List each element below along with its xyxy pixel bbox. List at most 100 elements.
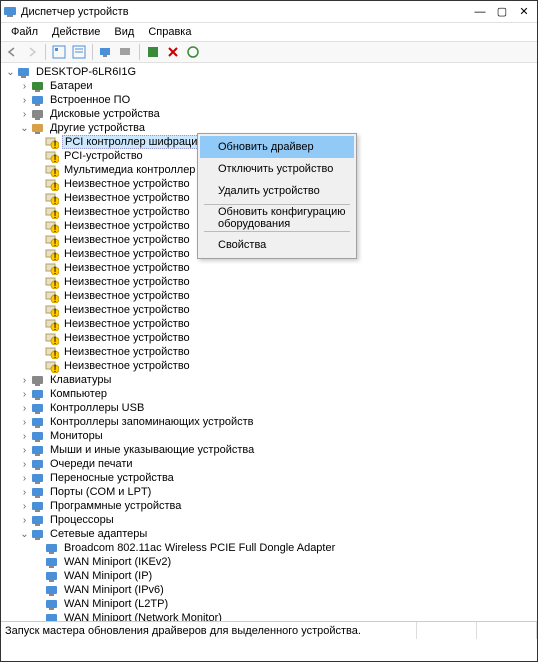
category-node[interactable]: › Дисковые устройства bbox=[1, 107, 537, 121]
expander-icon[interactable]: › bbox=[19, 389, 30, 400]
device-node[interactable]: !Неизвестное устройство bbox=[1, 303, 537, 317]
device-node[interactable]: !Неизвестное устройство bbox=[1, 275, 537, 289]
category-node[interactable]: ›Батареи bbox=[1, 79, 537, 93]
titlebar: Диспетчер устройств — ▢ ✕ bbox=[1, 1, 537, 23]
category-node[interactable]: ›Очереди печати bbox=[1, 457, 537, 471]
window-title: Диспетчер устройств bbox=[21, 6, 469, 18]
device-node[interactable]: !Неизвестное устройство bbox=[1, 317, 537, 331]
category-node[interactable]: ›Клавиатуры bbox=[1, 373, 537, 387]
update-button[interactable] bbox=[144, 43, 162, 61]
expander-icon[interactable]: › bbox=[19, 109, 30, 120]
expander-icon[interactable]: ⌄ bbox=[5, 67, 16, 78]
category-label: Контроллеры запоминающих устройств bbox=[48, 416, 255, 428]
category-label: Контроллеры USB bbox=[48, 402, 146, 414]
svg-text:!: ! bbox=[53, 251, 56, 261]
expander-icon[interactable]: › bbox=[19, 515, 30, 526]
device-label: Неизвестное устройство bbox=[62, 192, 192, 204]
maximize-button[interactable]: ▢ bbox=[491, 2, 513, 22]
expander-icon[interactable]: › bbox=[19, 445, 30, 456]
device-label: Неизвестное устройство bbox=[62, 206, 192, 218]
device-label: Неизвестное устройство bbox=[62, 276, 192, 288]
menu-action[interactable]: Действие bbox=[46, 25, 106, 39]
device-icon: ! bbox=[45, 177, 59, 191]
expander-icon[interactable]: › bbox=[19, 81, 30, 92]
back-button[interactable] bbox=[3, 43, 21, 61]
device-node[interactable]: !Неизвестное устройство bbox=[1, 289, 537, 303]
device-label: Неизвестное устройство bbox=[62, 332, 192, 344]
device-node[interactable]: Broadcom 802.11ac Wireless PCIE Full Don… bbox=[1, 541, 537, 555]
device-label: Мультимедиа контроллер bbox=[62, 164, 197, 176]
category-node[interactable]: ›Порты (COM и LPT) bbox=[1, 485, 537, 499]
device-icon bbox=[45, 541, 59, 555]
device-icon: ! bbox=[45, 205, 59, 219]
forward-button[interactable] bbox=[23, 43, 41, 61]
device-icon: ! bbox=[45, 289, 59, 303]
monitor-icon bbox=[31, 429, 45, 443]
minimize-button[interactable]: — bbox=[469, 2, 491, 22]
enable-button[interactable] bbox=[184, 43, 202, 61]
device-icon: ! bbox=[45, 303, 59, 317]
expander-icon[interactable]: › bbox=[19, 403, 30, 414]
context-menu-item[interactable]: Обновить конфигурацию оборудования bbox=[200, 207, 354, 229]
device-node[interactable]: !Неизвестное устройство bbox=[1, 345, 537, 359]
category-node[interactable]: ›Встроенное ПО bbox=[1, 93, 537, 107]
uninstall-button[interactable] bbox=[117, 43, 135, 61]
category-node[interactable]: ›Мониторы bbox=[1, 429, 537, 443]
device-node[interactable]: !Неизвестное устройство bbox=[1, 359, 537, 373]
tree-root[interactable]: ⌄ DESKTOP-6LR6I1G bbox=[1, 65, 537, 79]
close-button[interactable]: ✕ bbox=[513, 2, 535, 22]
category-node[interactable]: › Компьютер bbox=[1, 387, 537, 401]
menu-file[interactable]: Файл bbox=[5, 25, 44, 39]
device-node[interactable]: WAN Miniport (Network Monitor) bbox=[1, 611, 537, 621]
category-node[interactable]: ⌄ Сетевые адаптеры bbox=[1, 527, 537, 541]
svg-text:!: ! bbox=[53, 181, 56, 191]
category-label: Другие устройства bbox=[48, 122, 147, 134]
expander-icon[interactable]: › bbox=[19, 431, 30, 442]
device-node[interactable]: WAN Miniport (IPv6) bbox=[1, 583, 537, 597]
expander-icon[interactable]: › bbox=[19, 375, 30, 386]
category-node[interactable]: ›Процессоры bbox=[1, 513, 537, 527]
category-label: Компьютер bbox=[48, 388, 109, 400]
category-node[interactable]: ›Мыши и иные указывающие устройства bbox=[1, 443, 537, 457]
device-node[interactable]: WAN Miniport (IP) bbox=[1, 569, 537, 583]
expander-icon[interactable]: ⌄ bbox=[19, 123, 30, 134]
category-label: Сетевые адаптеры bbox=[48, 528, 149, 540]
device-node[interactable]: !Неизвестное устройство bbox=[1, 261, 537, 275]
category-node[interactable]: › Контроллеры запоминающих устройств bbox=[1, 415, 537, 429]
category-label: Дисковые устройства bbox=[48, 108, 162, 120]
separator bbox=[45, 44, 46, 60]
device-icon bbox=[45, 597, 59, 611]
root-label: DESKTOP-6LR6I1G bbox=[34, 66, 138, 78]
device-label: WAN Miniport (IP) bbox=[62, 570, 154, 582]
device-node[interactable]: WAN Miniport (L2TP) bbox=[1, 597, 537, 611]
expander-icon[interactable]: › bbox=[19, 501, 30, 512]
show-hidden-button[interactable] bbox=[50, 43, 68, 61]
device-label: Неизвестное устройство bbox=[62, 290, 192, 302]
category-node[interactable]: ›Программные устройства bbox=[1, 499, 537, 513]
category-node[interactable]: › Контроллеры USB bbox=[1, 401, 537, 415]
device-node[interactable]: !Неизвестное устройство bbox=[1, 331, 537, 345]
battery-icon bbox=[31, 79, 45, 93]
category-node[interactable]: ›Переносные устройства bbox=[1, 471, 537, 485]
menu-view[interactable]: Вид bbox=[108, 25, 140, 39]
device-label: Broadcom 802.11ac Wireless PCIE Full Don… bbox=[62, 542, 337, 554]
disable-button[interactable] bbox=[164, 43, 182, 61]
expander-icon[interactable]: ⌄ bbox=[19, 529, 30, 540]
context-menu-item[interactable]: Удалить устройство bbox=[200, 180, 354, 202]
expander-icon[interactable]: › bbox=[19, 487, 30, 498]
scan-button[interactable] bbox=[97, 43, 115, 61]
menu-help[interactable]: Справка bbox=[142, 25, 197, 39]
expander-icon[interactable]: › bbox=[19, 473, 30, 484]
expander-icon[interactable]: › bbox=[19, 95, 30, 106]
device-node[interactable]: WAN Miniport (IKEv2) bbox=[1, 555, 537, 569]
expander-icon[interactable]: › bbox=[19, 417, 30, 428]
printer-icon bbox=[31, 457, 45, 471]
context-menu-item[interactable]: Отключить устройство bbox=[200, 158, 354, 180]
device-label: Неизвестное устройство bbox=[62, 346, 192, 358]
properties-button[interactable] bbox=[70, 43, 88, 61]
svg-text:!: ! bbox=[53, 223, 56, 233]
context-menu-item[interactable]: Свойства bbox=[200, 234, 354, 256]
context-menu-item[interactable]: Обновить драйвер bbox=[200, 136, 354, 158]
device-label: PCI-устройство bbox=[62, 150, 145, 162]
expander-icon[interactable]: › bbox=[19, 459, 30, 470]
